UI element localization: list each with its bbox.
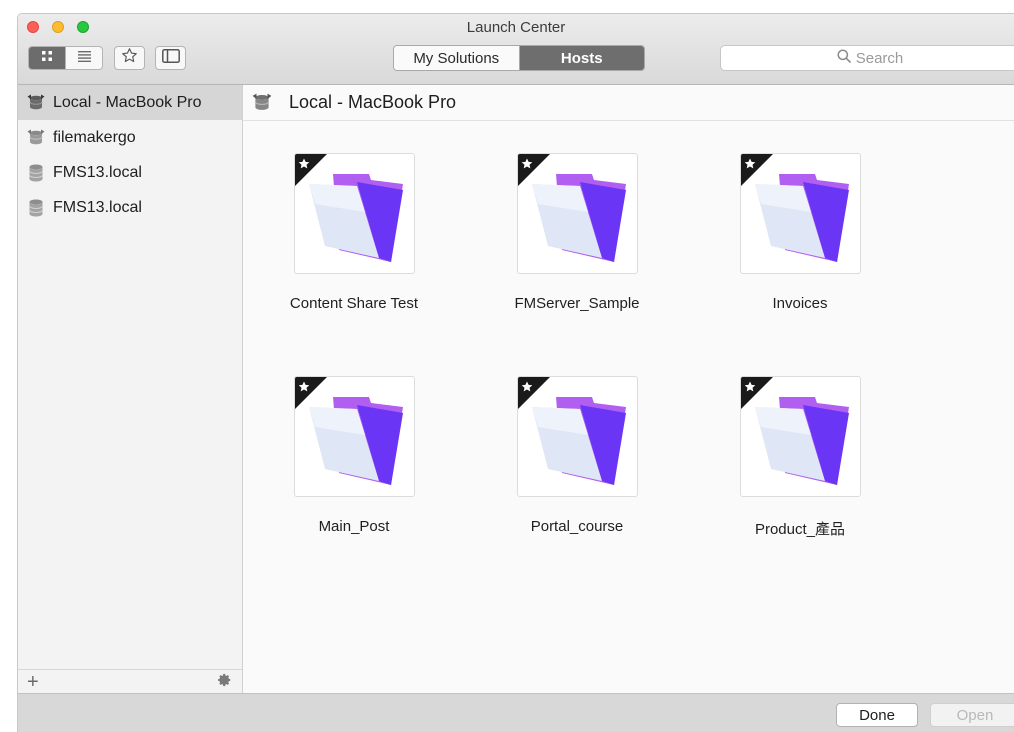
star-icon bbox=[121, 47, 138, 69]
solutions-hosts-tabs: My Solutions Hosts bbox=[393, 45, 645, 71]
sidebar-item-local-macbook-pro[interactable]: Local - MacBook Pro bbox=[18, 85, 242, 120]
sidebar-item-fms13-local-1[interactable]: FMS13.local bbox=[18, 155, 242, 190]
open-button[interactable]: Open bbox=[930, 703, 1014, 727]
search-placeholder: Search bbox=[855, 49, 904, 67]
filemaker-folder-icon bbox=[741, 377, 849, 485]
filemaker-folder-icon bbox=[518, 377, 626, 485]
sidebar-item-label: FMS13.local bbox=[53, 198, 142, 216]
filemaker-folder-icon bbox=[295, 154, 403, 262]
toolbar: Launch Center My Solutions Hosts Search bbox=[18, 14, 1014, 85]
list-icon bbox=[77, 49, 91, 67]
host-header: Local - MacBook Pro bbox=[243, 85, 1014, 121]
sidebar-footer: + bbox=[18, 669, 242, 694]
toggle-sidebar-button[interactable] bbox=[155, 46, 186, 70]
server-icon bbox=[26, 198, 46, 218]
file-thumbnail bbox=[740, 153, 861, 274]
window-title: Launch Center bbox=[466, 19, 566, 36]
file-label: FMServer_Sample bbox=[514, 295, 640, 312]
search-icon bbox=[837, 49, 856, 67]
filemaker-folder-icon bbox=[741, 154, 849, 262]
done-button[interactable]: Done bbox=[836, 703, 918, 727]
file-thumbnail bbox=[517, 376, 638, 497]
file-label: Content Share Test bbox=[289, 295, 419, 312]
grid-view-button[interactable] bbox=[29, 47, 65, 69]
sidebar-item-fms13-local-2[interactable]: FMS13.local bbox=[18, 190, 242, 225]
filemaker-folder-icon bbox=[518, 154, 626, 262]
sidebar-item-label: filemakergo bbox=[53, 128, 136, 146]
server-icon bbox=[26, 163, 46, 183]
sidebar-icon bbox=[161, 48, 180, 68]
add-host-button[interactable]: + bbox=[27, 672, 39, 692]
local-host-icon bbox=[251, 92, 273, 114]
file-label: Product_產品 bbox=[754, 521, 846, 538]
local-host-icon bbox=[26, 93, 46, 113]
tab-hosts[interactable]: Hosts bbox=[518, 46, 644, 70]
page-title: Local - MacBook Pro bbox=[289, 92, 457, 112]
launch-center-window: Launch Center My Solutions Hosts Search … bbox=[17, 13, 1014, 732]
sidebar-item-filemakergo[interactable]: filemakergo bbox=[18, 120, 242, 155]
file-thumbnail bbox=[740, 376, 861, 497]
tab-my-solutions[interactable]: My Solutions bbox=[394, 46, 519, 70]
file-thumbnail bbox=[294, 153, 415, 274]
hosts-sidebar: Local - MacBook Pro filemakergo FMS13.lo… bbox=[18, 85, 243, 694]
local-host-icon bbox=[26, 128, 46, 148]
file-thumbnail bbox=[517, 153, 638, 274]
file-thumbnail bbox=[294, 376, 415, 497]
sidebar-item-label: FMS13.local bbox=[53, 163, 142, 181]
list-view-button[interactable] bbox=[65, 47, 102, 69]
favorite-button[interactable] bbox=[114, 46, 145, 70]
filemaker-folder-icon bbox=[295, 377, 403, 485]
file-label: Main_Post bbox=[318, 518, 390, 535]
gear-icon[interactable] bbox=[218, 673, 232, 692]
sidebar-item-label: Local - MacBook Pro bbox=[53, 93, 202, 111]
files-pane: Local - MacBook Pro Content Share Test F… bbox=[243, 85, 1014, 694]
search-input[interactable]: Search bbox=[720, 45, 1014, 71]
file-label: Invoices bbox=[772, 295, 828, 312]
bottom-bar: Done Open bbox=[18, 693, 1014, 732]
file-label: Portal_course bbox=[530, 518, 624, 535]
view-mode-toggle bbox=[28, 46, 103, 70]
grid-icon bbox=[41, 49, 53, 67]
